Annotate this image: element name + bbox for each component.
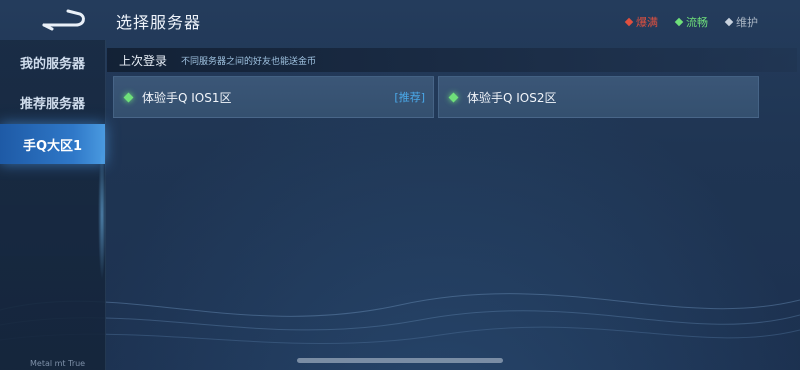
background-waves — [0, 293, 800, 344]
sidebar: 我的服务器 推荐服务器 手Q大区1 — [0, 40, 106, 370]
sidebar-item-label: 我的服务器 — [19, 56, 85, 72]
top-bar: 选择服务器 爆满 流畅 维护 — [0, 0, 800, 40]
sidebar-item-label: 手Q大区1 — [22, 138, 83, 154]
legend-item-smooth: 流畅 — [674, 14, 708, 30]
server-name: 体验手Q IOS2区 — [467, 90, 557, 105]
legend-label-smooth: 流畅 — [686, 16, 708, 29]
server-name: 体验手Q IOS1区 — [142, 90, 232, 105]
last-login-banner: 上次登录 不同服务器之间的好友也能送金币 — [107, 48, 797, 72]
sidebar-item-my-servers[interactable]: 我的服务器 — [0, 42, 105, 82]
page-title: 选择服务器 — [116, 13, 202, 32]
home-indicator[interactable] — [297, 358, 503, 363]
legend-label-maintenance: 维护 — [736, 16, 758, 29]
status-smooth-icon — [674, 17, 684, 27]
legend-item-maintenance: 维护 — [724, 14, 758, 30]
server-card-ios2[interactable]: 体验手Q IOS2区 — [438, 76, 759, 118]
legend-item-full: 爆满 — [624, 14, 658, 30]
banner-title: 上次登录 — [119, 53, 168, 68]
server-card-ios1[interactable]: 体验手Q IOS1区 [推荐] — [113, 76, 434, 118]
sidebar-item-region-1[interactable]: 手Q大区1 — [0, 124, 105, 164]
banner-note: 不同服务器之间的好友也能送金币 — [181, 56, 317, 67]
recommend-tag: [推荐] — [394, 91, 425, 104]
status-smooth-icon — [448, 92, 459, 102]
status-full-icon — [624, 17, 634, 27]
back-icon[interactable] — [38, 8, 90, 32]
status-legend: 爆满 流畅 维护 — [624, 14, 758, 30]
sidebar-item-recommended[interactable]: 推荐服务器 — [0, 82, 105, 122]
sidebar-item-label: 推荐服务器 — [19, 96, 85, 112]
status-maintenance-icon — [724, 17, 734, 27]
debug-footer: Metal mt True — [30, 359, 86, 368]
sidebar-glow — [98, 150, 106, 280]
status-smooth-icon — [123, 92, 134, 102]
legend-label-full: 爆满 — [636, 16, 658, 29]
